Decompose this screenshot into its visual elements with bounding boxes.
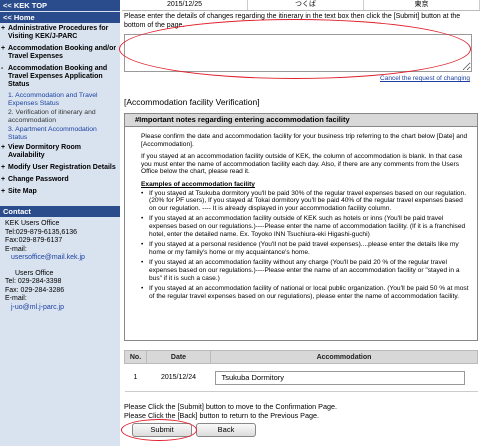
back-instruction: Please Click the [Back] button to return… bbox=[124, 410, 319, 420]
main-content: 2015/12/25 つくば 東京 Please enter the detai… bbox=[119, 0, 480, 446]
sidebar-item-accommodation-booking[interactable]: Accommodation Booking and/or Travel Expe… bbox=[0, 43, 120, 63]
contact-org: Users Office bbox=[15, 269, 54, 277]
row-date: 2015/12/24 bbox=[146, 363, 211, 392]
contact-org: KEK Users Office bbox=[5, 220, 60, 227]
section-title: [Accommodation facility Verification] bbox=[124, 97, 260, 107]
notes-paragraph: Please confirm the date and accommodatio… bbox=[141, 133, 468, 148]
contact-email-link[interactable]: j-uo@ml.j-parc.jp bbox=[5, 304, 116, 313]
sidebar-item-site-map[interactable]: Site Map bbox=[0, 186, 120, 198]
column-header-date: Date bbox=[146, 350, 211, 364]
contact-email-label: E-mail: bbox=[5, 245, 27, 253]
back-button[interactable]: Back bbox=[196, 423, 256, 437]
contact-heading: Contact bbox=[0, 206, 120, 217]
contact-jparc: Users Office Tel: 029-284-3398 Fax: 029-… bbox=[0, 263, 120, 313]
contact-email-link[interactable]: usersoffice@mail.kek.jp bbox=[5, 254, 116, 263]
sidebar-subitem-apartment-status[interactable]: 3. Apartment Accommodation Status bbox=[0, 125, 120, 142]
cancel-change-link[interactable]: Cancel the request of changing bbox=[380, 75, 470, 82]
contact-fax: Fax:029-879-6137 bbox=[5, 237, 63, 244]
accommodation-input[interactable]: Tsukuba Dormitory bbox=[214, 370, 465, 385]
example-item: If you stayed at Tsukuba dormitory you'l… bbox=[141, 190, 471, 213]
sidebar: << KEK TOP << Home Administrative Proced… bbox=[0, 0, 120, 446]
notes-body: Please confirm the date and accommodatio… bbox=[125, 127, 477, 300]
example-item: If you stayed at an accommodation facili… bbox=[141, 215, 471, 238]
sidebar-item-modify-registration[interactable]: Modify User Registration Details bbox=[0, 162, 120, 174]
submit-button[interactable]: Submit bbox=[132, 423, 192, 437]
important-notes-box: #Important notes regarding entering acco… bbox=[124, 113, 478, 341]
row-accommodation-cell: Tsukuba Dormitory bbox=[210, 363, 478, 392]
column-header-no: No. bbox=[124, 350, 147, 364]
accommodation-table: No. Date Accommodation 1 2015/12/24 Tsuk… bbox=[124, 350, 478, 392]
notes-title: #Important notes regarding entering acco… bbox=[125, 114, 477, 127]
contact-fax: Fax: 029-284-3286 bbox=[5, 286, 65, 294]
itinerary-to: 東京 bbox=[364, 0, 480, 10]
sidebar-subitem-expenses-status[interactable]: 1. Accommodation and Travel Expenses Sta… bbox=[0, 91, 120, 108]
example-item: If you stayed at a personal residence (Y… bbox=[141, 241, 471, 256]
itinerary-date: 2015/12/25 bbox=[122, 0, 248, 10]
contact-kek: KEK Users Office Tel:029-879-6135,6136 F… bbox=[0, 217, 120, 263]
column-header-accommodation: Accommodation bbox=[210, 350, 478, 364]
row-no: 1 bbox=[124, 363, 147, 392]
notes-paragraph: If you stayed at an accommodation facili… bbox=[141, 153, 463, 176]
contact-tel: Tel: 029-284-3398 bbox=[5, 278, 62, 285]
bottom-instructions: Please Click the [Submit] button to move… bbox=[124, 402, 337, 420]
examples-title: Examples of accommodation facility bbox=[141, 180, 255, 188]
home-link[interactable]: << Home bbox=[0, 12, 120, 23]
change-instruction: Please enter the details of changes rega… bbox=[124, 13, 461, 29]
kek-top-link[interactable]: << KEK TOP bbox=[0, 0, 120, 11]
sidebar-subitem-verification[interactable]: 2. Verification of itinerary and accommo… bbox=[0, 108, 120, 125]
sidebar-item-application-status[interactable]: Accommodation Booking and Travel Expense… bbox=[0, 63, 120, 91]
sidebar-item-admin-procedures[interactable]: Administrative Procedures for Visiting K… bbox=[0, 23, 120, 43]
itinerary-row: 2015/12/25 つくば 東京 bbox=[122, 0, 480, 11]
example-item: If you stayed at an accommodation facili… bbox=[141, 285, 471, 300]
itinerary-change-textbox[interactable] bbox=[124, 34, 472, 72]
example-item: If you stayed at an accommodation facili… bbox=[141, 259, 471, 282]
contact-tel: Tel:029-879-6135,6136 bbox=[5, 228, 78, 236]
table-header-row: No. Date Accommodation bbox=[124, 350, 478, 364]
contact-email-label: E-mail: bbox=[5, 295, 27, 302]
itinerary-from: つくば bbox=[248, 0, 364, 10]
examples-list: If you stayed at Tsukuba dormitory you'l… bbox=[141, 190, 471, 301]
table-row: 1 2015/12/24 Tsukuba Dormitory bbox=[124, 363, 478, 392]
sidebar-item-change-password[interactable]: Change Password bbox=[0, 174, 120, 186]
sidebar-item-dormitory-availability[interactable]: View Dormitory Room Availability bbox=[0, 142, 120, 162]
